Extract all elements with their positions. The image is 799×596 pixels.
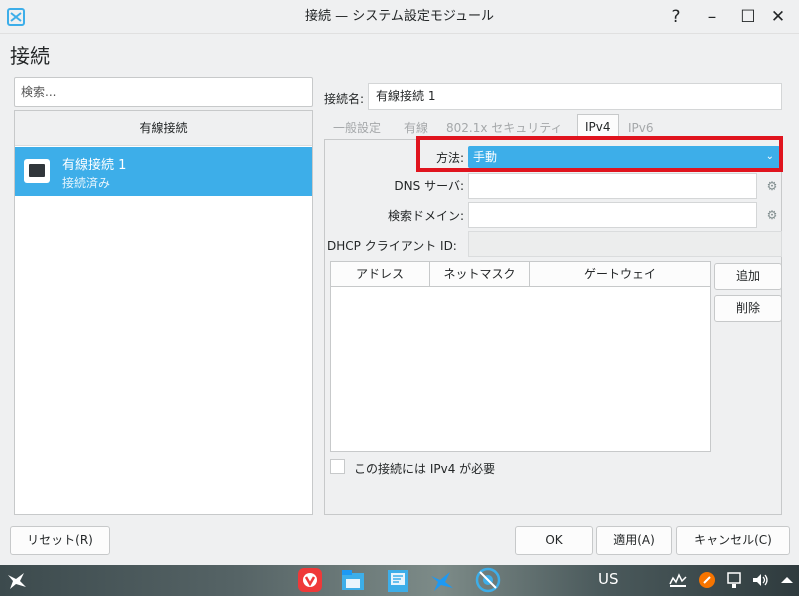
tab-general[interactable]: 一般設定: [330, 117, 384, 139]
highlight-annotation: [416, 136, 783, 172]
connection-name-field[interactable]: 有線接続 1: [368, 83, 782, 110]
tray-expand-icon[interactable]: [777, 570, 797, 590]
dns-server-field[interactable]: [468, 173, 757, 199]
maximize-button[interactable]: ☐: [736, 5, 760, 29]
discover-icon[interactable]: [384, 567, 412, 594]
app-menu-icon[interactable]: [4, 567, 32, 594]
system-settings-icon[interactable]: [474, 567, 502, 594]
update-icon[interactable]: [697, 570, 717, 590]
ok-button[interactable]: OK: [515, 526, 593, 555]
help-button[interactable]: ?: [664, 5, 688, 29]
ethernet-icon: [24, 159, 50, 183]
column-header-address[interactable]: アドレス: [331, 262, 430, 287]
device-icon[interactable]: [724, 570, 744, 590]
column-header-netmask[interactable]: ネットマスク: [430, 262, 530, 287]
page-title: 接続: [10, 44, 50, 68]
file-manager-icon[interactable]: [339, 567, 367, 594]
dhcp-client-id-label: DHCP クライアント ID:: [327, 239, 457, 253]
volume-icon[interactable]: [750, 570, 770, 590]
require-ipv4-label: この接続には IPv4 が必要: [354, 462, 496, 476]
dhcp-client-id-field[interactable]: [468, 231, 782, 257]
connection-list: 有線接続 有線接続 1 接続済み: [14, 110, 313, 515]
gear-icon[interactable]: ⚙: [762, 173, 782, 199]
connection-status: 接続済み: [62, 176, 111, 190]
list-item[interactable]: 有線接続 1 接続済み: [15, 147, 312, 196]
address-table[interactable]: アドレス ネットマスク ゲートウェイ: [330, 261, 711, 452]
network-icon[interactable]: [668, 570, 688, 590]
column-header-gateway[interactable]: ゲートウェイ: [530, 262, 710, 287]
ethernet-port: [29, 164, 45, 177]
connection-name: 有線接続 1: [62, 158, 127, 173]
kde-icon[interactable]: [428, 567, 456, 594]
taskbar: US: [0, 565, 799, 596]
vivaldi-icon[interactable]: [296, 567, 324, 594]
title-bar: 接続 — システム設定モジュール ? – ☐ ✕: [0, 0, 799, 34]
minimize-button[interactable]: –: [700, 5, 724, 29]
close-button[interactable]: ✕: [766, 5, 790, 29]
search-domain-field[interactable]: [468, 202, 757, 228]
apply-button[interactable]: 適用(A): [596, 526, 672, 555]
dns-server-label: DNS サーバ:: [394, 179, 464, 193]
keyboard-layout-indicator[interactable]: US: [598, 570, 619, 588]
add-button[interactable]: 追加: [714, 263, 782, 290]
search-input[interactable]: 検索...: [14, 77, 313, 107]
gear-icon[interactable]: ⚙: [762, 202, 782, 228]
require-ipv4-checkbox[interactable]: [330, 459, 345, 474]
connection-name-label: 接続名:: [324, 92, 365, 106]
search-domain-label: 検索ドメイン:: [387, 209, 464, 223]
reset-button[interactable]: リセット(R): [10, 526, 110, 555]
cancel-button[interactable]: キャンセル(C): [676, 526, 790, 555]
delete-button[interactable]: 削除: [714, 295, 782, 322]
list-header: 有線接続: [15, 111, 312, 146]
